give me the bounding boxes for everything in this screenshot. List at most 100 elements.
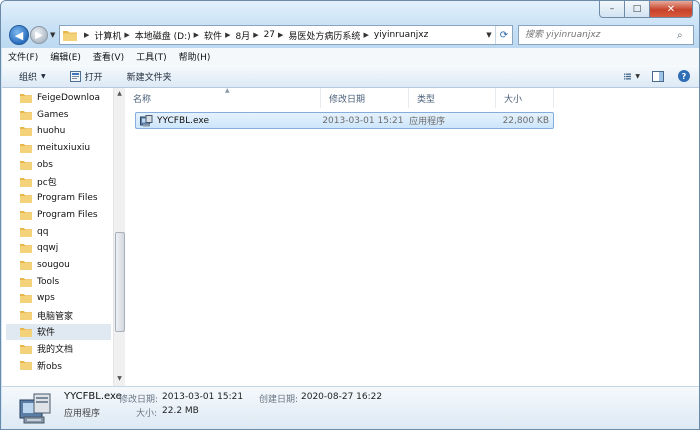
tree-item[interactable]: meituxiuxiu xyxy=(20,140,90,156)
preview-pane-button[interactable] xyxy=(650,68,666,84)
tree-item-label: sougou xyxy=(37,260,70,270)
scroll-down-arrow[interactable]: ▼ xyxy=(115,375,124,384)
toolbar-right: ▼ ? xyxy=(624,68,692,84)
column-header-size[interactable]: 大小 xyxy=(496,88,554,108)
breadcrumb-item[interactable]: 8月 xyxy=(235,29,250,42)
file-name: YYCFBL.exe xyxy=(157,115,209,126)
details-view-icon xyxy=(624,72,632,80)
file-type: 应用程序 xyxy=(409,117,446,127)
nav-scrollbar[interactable]: ▲ ▼ xyxy=(113,88,125,386)
recent-pages-dropdown[interactable]: ▼ xyxy=(50,31,55,39)
breadcrumb-item[interactable]: 易医处方病历系统 xyxy=(288,29,360,42)
close-button[interactable]: ✕ xyxy=(650,1,693,18)
minimize-button[interactable]: – xyxy=(599,1,625,18)
breadcrumb-separator[interactable]: ▶ xyxy=(253,31,258,39)
breadcrumb-item[interactable]: 27 xyxy=(264,30,275,40)
breadcrumb-separator[interactable]: ▶ xyxy=(363,31,368,39)
tree-item[interactable]: huohu xyxy=(20,123,65,139)
refresh-button[interactable]: ⟳ xyxy=(495,26,512,44)
view-options-button[interactable]: ▼ xyxy=(624,68,640,84)
refresh-icon: ⟳ xyxy=(499,29,509,41)
menu-item[interactable]: 编辑(E) xyxy=(44,50,87,63)
column-header-name[interactable]: 名称 ▲ xyxy=(125,87,321,108)
tree-item[interactable]: Program Files xyxy=(20,207,98,223)
file-name-cell: YYCFBL.exe xyxy=(136,114,322,127)
address-bar[interactable]: ▶ 计算机 ▶ 本地磁盘 (D:) ▶ 软件 ▶ 8月 ▶ 27 ▶ 易医处方病历系统 ▶ yiyinru… xyxy=(59,25,513,45)
folder-icon xyxy=(20,144,32,154)
organize-button[interactable]: 组织 ▼ xyxy=(2,70,56,83)
tree-item[interactable]: Games xyxy=(20,107,68,123)
folder-icon xyxy=(20,177,32,187)
open-label: 打开 xyxy=(84,72,103,83)
folder-icon xyxy=(20,94,32,103)
breadcrumb-item[interactable]: yiyinruanjxz xyxy=(374,30,429,40)
tree-item[interactable]: 电脑管家 xyxy=(20,307,73,323)
breadcrumb-item[interactable]: 计算机 xyxy=(94,29,121,42)
menu-item[interactable]: 查看(V) xyxy=(87,50,130,63)
file-list: 名称 ▲ 修改日期 类型 大小 YYCFBL.exe 2013-03-01 15… xyxy=(125,87,699,386)
tree-item[interactable]: 软件 xyxy=(20,324,55,340)
breadcrumb-item[interactable]: 软件 xyxy=(204,29,222,42)
help-icon: ? xyxy=(678,70,690,82)
tree-item-label: Program Files xyxy=(37,209,98,220)
folder-icon xyxy=(20,127,32,137)
chevron-down-icon: ▼ xyxy=(41,72,46,80)
breadcrumb-separator[interactable]: ▶ xyxy=(124,31,129,39)
open-button[interactable]: 打开 xyxy=(56,70,113,83)
menu-item[interactable]: 文件(F) xyxy=(2,50,44,63)
open-file-icon xyxy=(69,70,81,82)
folder-icon xyxy=(20,261,32,270)
tree-item[interactable]: 新obs xyxy=(20,357,62,373)
tree-item[interactable]: FeigeDownloa xyxy=(20,90,100,106)
tree-item[interactable]: qqwj xyxy=(20,240,58,256)
tree-item-label: qq xyxy=(37,226,49,237)
tree-item-label: obs xyxy=(37,159,53,170)
address-dropdown[interactable]: ▼ xyxy=(483,31,495,39)
breadcrumb-separator[interactable]: ▶ xyxy=(225,31,230,39)
menu-item[interactable]: 工具(T) xyxy=(130,50,173,63)
tree-item[interactable]: pc包 xyxy=(20,174,57,190)
application-large-icon xyxy=(19,393,51,424)
navigation-pane: FeigeDownloa Games huohu meituxiuxiu obs pc包 P… xyxy=(2,88,125,386)
details-modified-value: 2013-03-01 15:21 xyxy=(162,392,244,402)
tree-item[interactable]: wps xyxy=(20,290,55,306)
tree-item-label: Games xyxy=(37,109,69,120)
arrow-right-icon: ▶ xyxy=(35,29,43,41)
tree-item[interactable]: obs xyxy=(20,157,53,173)
tree-item-label: FeigeDownloa xyxy=(37,93,100,103)
details-created-value: 2020-08-27 16:22 xyxy=(301,392,383,402)
forward-button[interactable]: ▶ xyxy=(30,26,48,44)
menu-item[interactable]: 帮助(H) xyxy=(173,50,217,63)
search-icon[interactable]: ⌕ xyxy=(677,30,691,41)
breadcrumb-separator[interactable]: ▶ xyxy=(278,31,283,39)
folder-icon xyxy=(20,244,32,254)
tree-item-label: Tools xyxy=(37,276,60,287)
scroll-thumb[interactable] xyxy=(115,232,125,332)
tree-item-label: wps xyxy=(37,293,55,304)
breadcrumb-separator[interactable]: ▶ xyxy=(84,31,89,39)
details-file-name: YYCFBL.exe xyxy=(64,391,122,402)
tree-item[interactable]: Tools xyxy=(20,274,59,290)
tree-item[interactable]: qq xyxy=(20,224,48,240)
column-type-label: 类型 xyxy=(417,94,436,105)
column-header-type[interactable]: 类型 xyxy=(409,88,496,108)
new-folder-button[interactable]: 新建文件夹 xyxy=(113,70,182,83)
tree-item[interactable]: 我的文档 xyxy=(20,341,73,357)
search-input[interactable] xyxy=(519,29,677,41)
menu-bar: 文件(F) 编辑(E) 查看(V) 工具(T) 帮助(H) xyxy=(2,48,699,66)
tree-item-label: pc包 xyxy=(37,178,57,188)
details-size-value: 22.2 MB xyxy=(162,406,199,416)
maximize-button[interactable]: □ xyxy=(625,1,650,18)
tree-item[interactable]: Program Files xyxy=(20,190,98,206)
tree-item[interactable]: sougou xyxy=(20,257,70,273)
scroll-up-arrow[interactable]: ▲ xyxy=(115,90,124,99)
breadcrumb: ▶ 计算机 ▶ 本地磁盘 (D:) ▶ 软件 ▶ 8月 ▶ 27 ▶ 易医处方病历系统 ▶ yiyinru… xyxy=(81,29,483,42)
back-button[interactable]: ◀ xyxy=(9,25,29,45)
file-row[interactable]: YYCFBL.exe 2013-03-01 15:21 应用程序 22,800 … xyxy=(135,112,554,129)
column-header-modified[interactable]: 修改日期 xyxy=(321,88,409,108)
breadcrumb-item[interactable]: 本地磁盘 (D:) xyxy=(135,29,191,42)
folder-icon xyxy=(20,294,32,304)
breadcrumb-separator[interactable]: ▶ xyxy=(194,31,199,39)
help-button[interactable]: ? xyxy=(676,68,692,84)
column-modified-label: 修改日期 xyxy=(329,94,366,105)
